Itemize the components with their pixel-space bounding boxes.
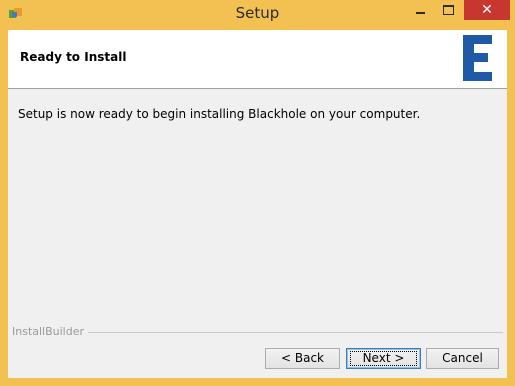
close-icon: ✕ — [481, 2, 493, 18]
installbuilder-label: InstallBuilder — [12, 325, 89, 338]
minimize-icon — [416, 12, 425, 14]
maximize-icon — [443, 5, 454, 15]
next-button[interactable]: Next > — [346, 348, 421, 369]
focus-rectangle — [350, 351, 417, 366]
title-bar[interactable]: Setup ✕ — [0, 0, 515, 29]
maximize-button[interactable] — [435, 0, 462, 20]
divider-line — [86, 332, 503, 333]
close-button[interactable]: ✕ — [464, 0, 510, 20]
brand-logo-icon — [463, 35, 492, 81]
ready-message: Setup is now ready to begin installing B… — [18, 107, 421, 121]
page-title: Ready to Install — [20, 50, 127, 64]
back-button[interactable]: < Back — [265, 348, 340, 369]
setup-window: Setup ✕ Ready to Install Setup is now re… — [0, 0, 515, 386]
minimize-button[interactable] — [407, 0, 434, 20]
branding-divider: InstallBuilder — [12, 325, 503, 339]
wizard-header: Ready to Install — [8, 30, 507, 89]
cancel-button[interactable]: Cancel — [426, 348, 499, 369]
wizard-client-area: Ready to Install Setup is now ready to b… — [8, 30, 507, 378]
